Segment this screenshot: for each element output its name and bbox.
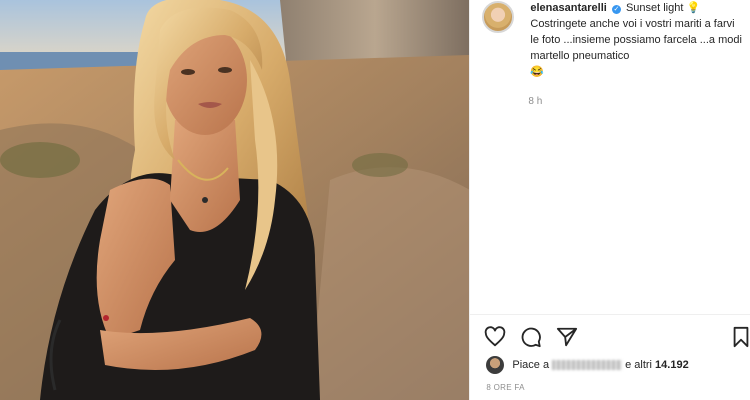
actions-divider (470, 314, 750, 315)
post-date[interactable]: 8 ORE FA (486, 383, 524, 392)
laughing-emoji: 😂 (530, 66, 545, 78)
caption-row: elenasantarelli ✓ Sunset light 💡 Costrin… (482, 0, 744, 80)
caption-body-text: Costringete anche voi i vostri mariti a … (530, 18, 742, 62)
verified-badge-icon: ✓ (611, 5, 621, 14)
heart-icon[interactable] (484, 326, 506, 348)
post-photo[interactable] (0, 0, 470, 400)
caption-text: elenasantarelli ✓ Sunset light 💡 Costrin… (530, 0, 744, 80)
bookmark-icon[interactable] (730, 326, 750, 348)
author-username[interactable]: elenasantarelli (530, 2, 606, 14)
action-bar (484, 326, 749, 350)
blurred-username (552, 360, 623, 370)
author-avatar[interactable] (482, 1, 515, 33)
instagram-post: elenasantarelli ✓ Sunset light 💡 Costrin… (0, 0, 750, 400)
likes-prefix: Piace a (512, 359, 550, 371)
caption-relative-time[interactable]: 8 h (528, 96, 542, 107)
likes-row: Piace a e altri 14.192 (486, 356, 689, 374)
paper-plane-icon[interactable] (556, 326, 578, 348)
sunset-portrait-illustration (0, 0, 470, 400)
likes-suffix: e altri (625, 359, 652, 371)
likes-count[interactable]: 14.192 (655, 359, 689, 371)
lightbulb-emoji: 💡 (686, 2, 701, 14)
comment-icon[interactable] (520, 326, 542, 348)
liker-avatar[interactable] (486, 356, 505, 374)
caption-title: Sunset light (625, 2, 684, 14)
post-details-panel: elenasantarelli ✓ Sunset light 💡 Costrin… (469, 0, 750, 400)
